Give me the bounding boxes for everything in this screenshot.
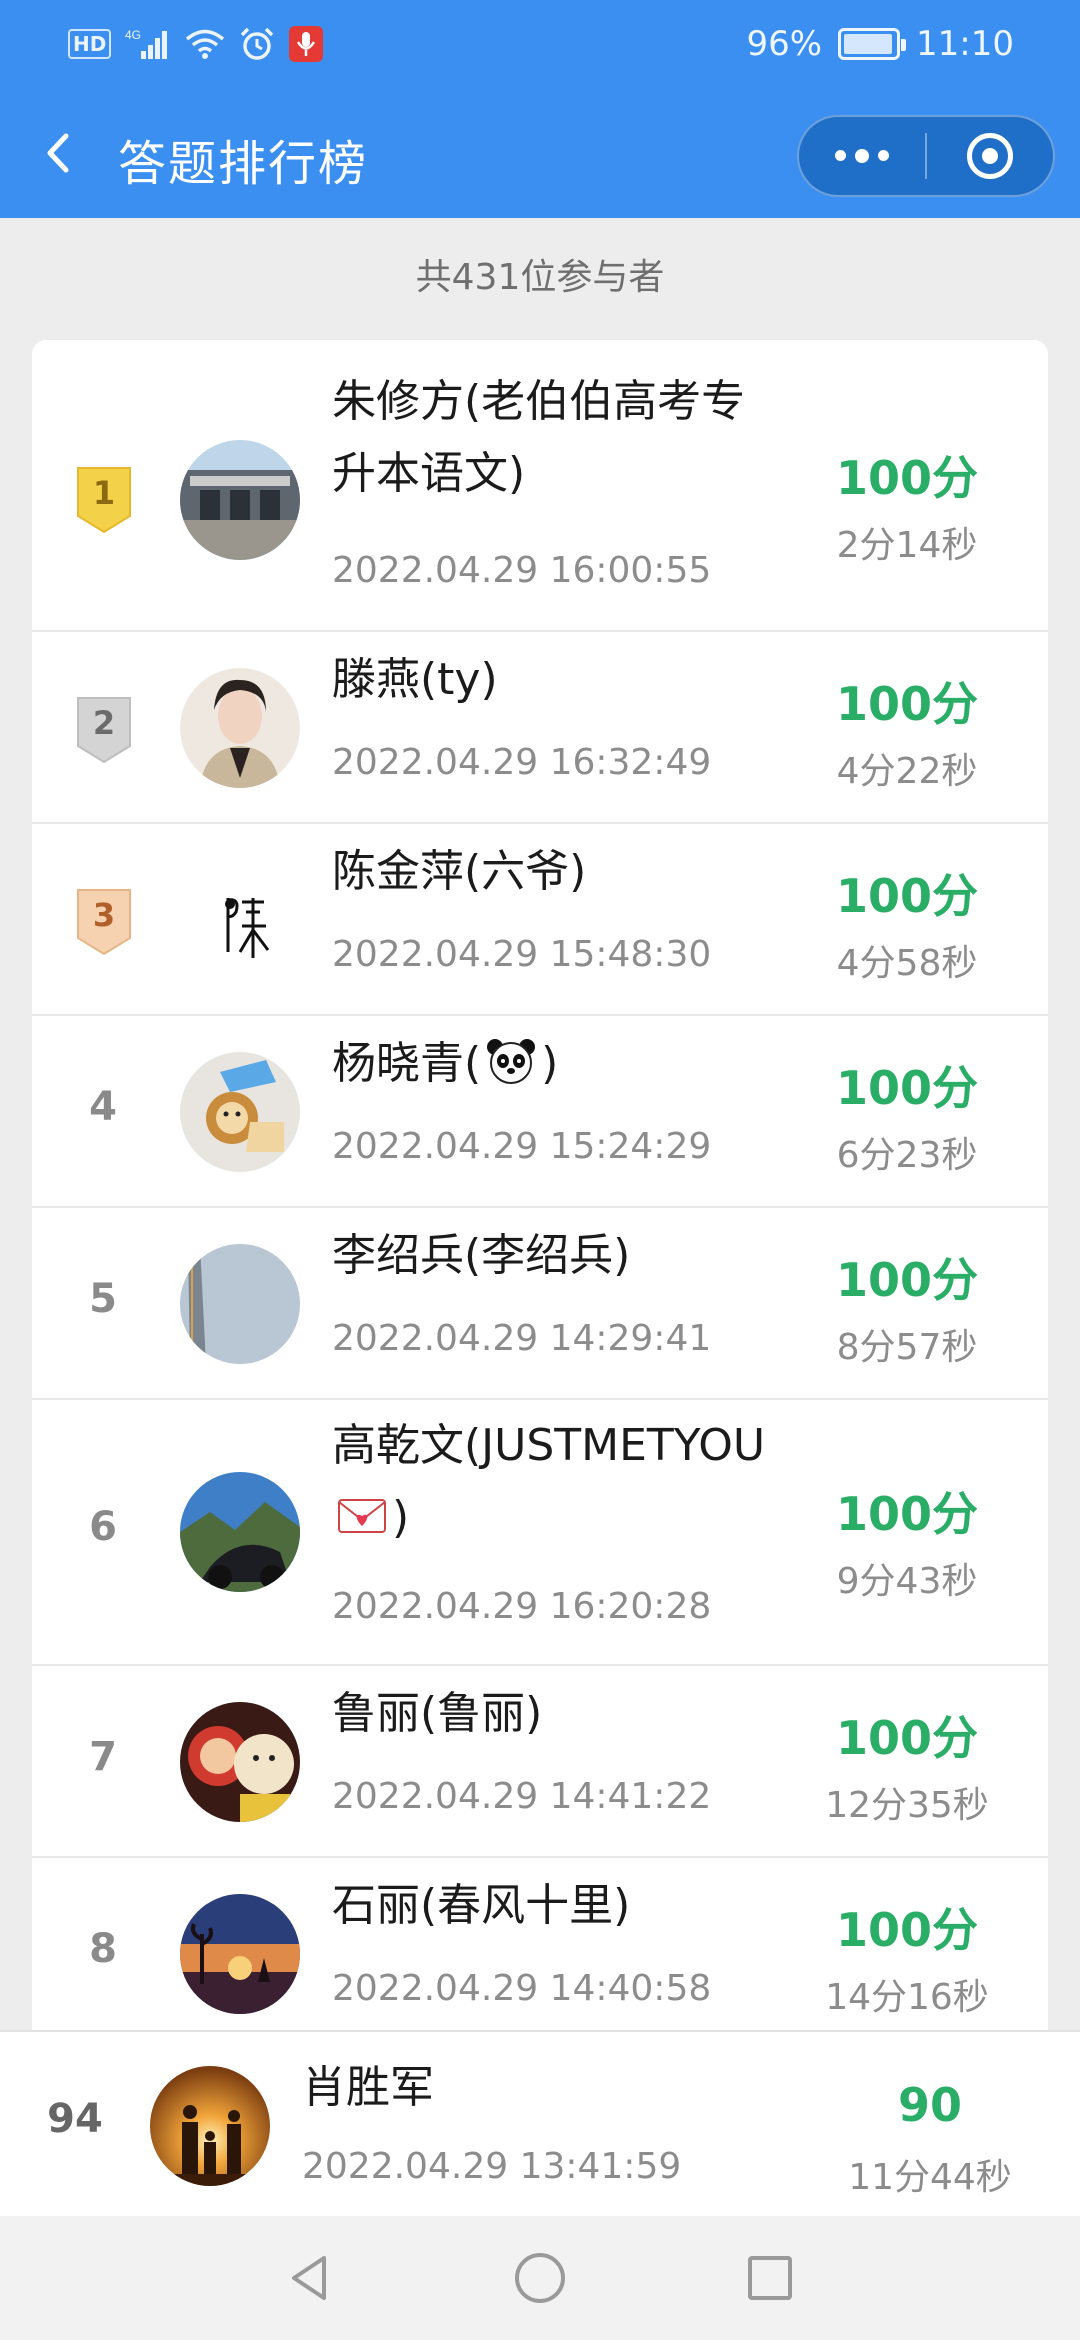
submit-time: 2022.04.29 16:20:28 xyxy=(332,1586,712,1627)
duration: 9分43秒 xyxy=(836,1561,978,1602)
avatar xyxy=(180,1052,300,1172)
my-rank-bar[interactable]: 94 肖胜军 2022.04.29 13:41:59 90 11分44秒 xyxy=(0,2030,1080,2216)
my-avatar xyxy=(150,2066,270,2186)
duration: 14分16秒 xyxy=(825,1977,989,2018)
my-rank-number: 94 xyxy=(47,2096,103,2142)
panda-emoji-icon xyxy=(487,1039,536,1084)
score: 100分 xyxy=(835,869,979,923)
avatar xyxy=(180,860,300,980)
status-bar: HD 4G 96% 11:10 xyxy=(0,0,1080,94)
user-name: 滕燕(ty) xyxy=(332,654,498,705)
user-name: 鲁丽(鲁丽) xyxy=(332,1688,543,1739)
back-triangle-icon[interactable] xyxy=(280,2248,340,2308)
leaderboard-row[interactable]: 8 石丽(春风十里) 2022.04.29 14:40:58 100分 14分1… xyxy=(32,1858,1048,2040)
avatar xyxy=(180,668,300,788)
close-mini-program-button[interactable] xyxy=(927,117,1053,195)
submit-time: 2022.04.29 16:32:49 xyxy=(332,742,712,783)
target-close-icon xyxy=(966,133,1013,179)
duration: 2分14秒 xyxy=(836,525,978,566)
submit-time: 2022.04.29 14:29:41 xyxy=(332,1318,712,1359)
wifi-icon xyxy=(186,29,225,59)
submit-time: 2022.04.29 15:48:30 xyxy=(332,934,712,975)
recents-square-icon[interactable] xyxy=(740,2248,800,2308)
avatar xyxy=(180,440,300,560)
my-submit-time: 2022.04.29 13:41:59 xyxy=(302,2146,682,2187)
avatar xyxy=(180,1472,300,1592)
home-circle-icon[interactable] xyxy=(510,2248,570,2308)
my-score: 90 xyxy=(897,2078,962,2132)
avatar xyxy=(180,1894,300,2014)
avatar xyxy=(180,1702,300,1822)
more-menu-button[interactable] xyxy=(799,117,925,195)
score: 100分 xyxy=(835,451,979,505)
leaderboard-row[interactable]: 7 鲁丽(鲁丽) 2022.04.29 14:41:22 100分 12分35秒 xyxy=(32,1666,1048,1858)
hd-icon: HD xyxy=(68,29,112,59)
my-duration: 11分44秒 xyxy=(848,2157,1012,2198)
score: 100分 xyxy=(835,1061,979,1115)
chevron-left-icon[interactable] xyxy=(36,122,86,184)
top-bar: HD 4G 96% 11:10 答题排行榜 xyxy=(0,0,1080,218)
score: 100分 xyxy=(835,1711,979,1765)
svg-text:4G: 4G xyxy=(125,28,141,42)
leaderboard-list: 1 朱修方(老伯伯高考专升本语文) 2022.04.29 16:00:55 10… xyxy=(32,340,1048,2040)
score: 100分 xyxy=(835,1903,979,1957)
avatar xyxy=(180,1244,300,1364)
battery-icon xyxy=(838,28,907,60)
score: 100分 xyxy=(835,677,979,731)
submit-time: 2022.04.29 15:24:29 xyxy=(332,1126,712,1167)
user-name: 朱修方(老伯伯高考专升本语文) xyxy=(332,376,746,499)
duration: 4分58秒 xyxy=(836,943,978,984)
leaderboard-row[interactable]: 6 高乾文(JUSTMETYOU ) 2022.04.29 16:20:28 1… xyxy=(32,1400,1048,1666)
submit-time: 2022.04.29 14:40:58 xyxy=(332,1968,712,2009)
status-right: 96% 11:10 xyxy=(746,24,1014,64)
leaderboard-row[interactable]: 3 陈金萍(六爷) 2022.04.29 15:48:30 100分 4分58秒 xyxy=(32,824,1048,1016)
bronze-medal-icon: 3 xyxy=(72,886,136,958)
signal-4g-icon: 4G xyxy=(125,28,168,59)
rank-number: 5 xyxy=(89,1276,117,1322)
alarm-icon xyxy=(241,27,274,60)
navbar: 答题排行榜 xyxy=(0,100,1080,218)
battery-percent: 96% xyxy=(746,24,823,64)
leaderboard-row[interactable]: 5 李绍兵(李绍兵) 2022.04.29 14:29:41 100分 8分57… xyxy=(32,1208,1048,1400)
mic-icon xyxy=(289,26,324,62)
leaderboard-row[interactable]: 1 朱修方(老伯伯高考专升本语文) 2022.04.29 16:00:55 10… xyxy=(32,340,1048,632)
user-name: 石丽(春风十里) xyxy=(332,1880,631,1931)
duration: 6分23秒 xyxy=(836,1135,978,1176)
duration: 4分22秒 xyxy=(836,751,978,792)
submit-time: 2022.04.29 14:41:22 xyxy=(332,1776,712,1817)
score: 100分 xyxy=(835,1253,979,1307)
user-name: 杨晓青( ) xyxy=(332,1038,559,1089)
participant-count: 共431位参与者 xyxy=(415,257,665,298)
submit-time: 2022.04.29 16:00:55 xyxy=(332,550,712,591)
my-user-name: 肖胜军 xyxy=(302,2062,434,2113)
rank-number: 4 xyxy=(89,1084,117,1130)
clock: 11:10 xyxy=(916,24,1014,64)
user-name: 李绍兵(李绍兵) xyxy=(332,1230,631,1281)
mini-program-capsule xyxy=(797,115,1055,197)
page-title: 答题排行榜 xyxy=(118,136,369,192)
system-navigation-bar xyxy=(0,2216,1080,2340)
user-name: 高乾文(JUSTMETYOU ) xyxy=(332,1420,766,1543)
rank-number: 7 xyxy=(89,1734,117,1780)
gold-medal-icon: 1 xyxy=(72,464,136,536)
leaderboard-row[interactable]: 4 杨晓青( ) 2022.04.29 15:24:29 100分 6分23秒 xyxy=(32,1016,1048,1208)
silver-medal-icon: 2 xyxy=(72,694,136,766)
score: 100分 xyxy=(835,1487,979,1541)
duration: 12分35秒 xyxy=(825,1785,989,1826)
rank-number: 8 xyxy=(89,1926,117,1972)
duration: 8分57秒 xyxy=(836,1327,978,1368)
love-letter-emoji-icon xyxy=(338,1499,386,1533)
more-dots-icon xyxy=(835,148,889,163)
status-left-icons: HD 4G xyxy=(68,26,324,62)
leaderboard-row[interactable]: 2 滕燕(ty) 2022.04.29 16:32:49 100分 4分22秒 xyxy=(32,632,1048,824)
user-name: 陈金萍(六爷) xyxy=(332,846,587,897)
rank-number: 6 xyxy=(89,1504,117,1550)
